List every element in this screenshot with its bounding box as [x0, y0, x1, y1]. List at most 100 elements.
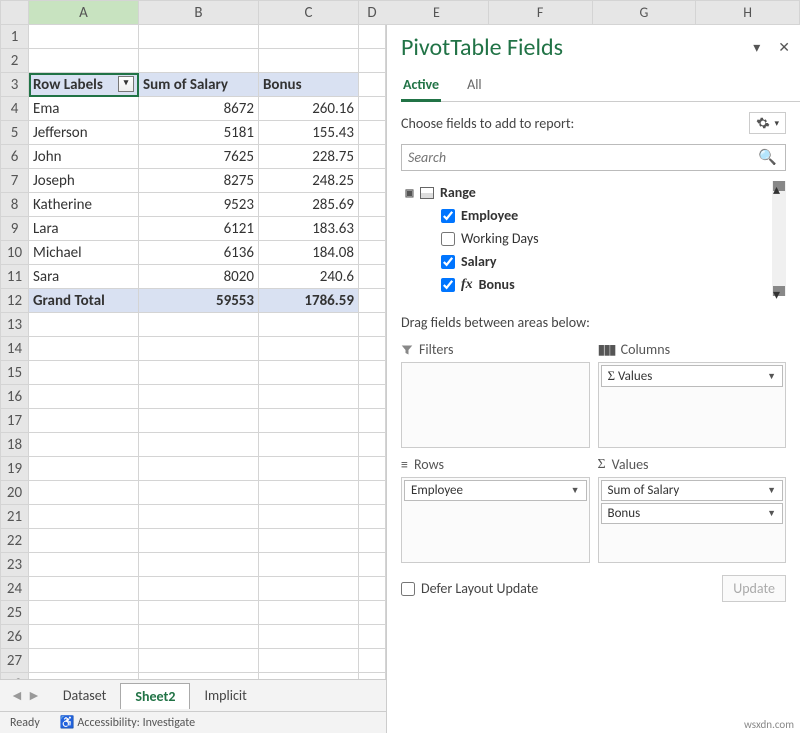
row-header[interactable]: 22 — [1, 529, 29, 553]
row-labels-header[interactable]: Row Labels▾ — [29, 73, 139, 97]
row-header[interactable]: 10 — [1, 241, 29, 265]
cell[interactable]: 285.69 — [259, 193, 359, 217]
search-input[interactable] — [402, 145, 750, 170]
checkbox-bonus[interactable] — [441, 278, 455, 292]
cell[interactable]: 240.6 — [259, 265, 359, 289]
sheet-tab-dataset[interactable]: Dataset — [49, 683, 120, 708]
col-header-e[interactable]: E — [385, 0, 489, 25]
col-header-h[interactable]: H — [696, 0, 800, 25]
cell[interactable]: 6136 — [139, 241, 259, 265]
row-header[interactable]: 6 — [1, 145, 29, 169]
cell[interactable]: 8020 — [139, 265, 259, 289]
row-header[interactable]: 11 — [1, 265, 29, 289]
row-header[interactable]: 21 — [1, 505, 29, 529]
rows-item-employee[interactable]: Employee▼ — [404, 480, 587, 501]
row-header[interactable]: 8 — [1, 193, 29, 217]
pane-options-icon[interactable]: ▾ — [753, 39, 760, 56]
sheet-nav-buttons[interactable]: ◄ ► — [10, 687, 41, 704]
rows-dropzone[interactable]: Employee▼ — [401, 477, 590, 563]
chevron-down-icon[interactable]: ▼ — [767, 508, 776, 519]
sum-salary-header[interactable]: Sum of Salary — [139, 73, 259, 97]
row-header[interactable]: 7 — [1, 169, 29, 193]
cell[interactable]: Sara — [29, 265, 139, 289]
row-header[interactable]: 19 — [1, 457, 29, 481]
chevron-down-icon[interactable]: ▼ — [767, 485, 776, 496]
grid[interactable]: A B C D 1 2 3 Row Labels▾ Sum of Salary … — [0, 0, 386, 679]
range-node[interactable]: ▣ Range — [401, 181, 786, 204]
bonus-header[interactable]: Bonus — [259, 73, 359, 97]
row-header[interactable]: 23 — [1, 553, 29, 577]
col-header-b[interactable]: B — [139, 1, 259, 25]
row-header[interactable]: 9 — [1, 217, 29, 241]
row-header[interactable]: 15 — [1, 361, 29, 385]
checkbox-salary[interactable] — [441, 255, 455, 269]
col-header-d[interactable]: D — [359, 1, 386, 25]
cell[interactable]: Joseph — [29, 169, 139, 193]
cell[interactable]: 8672 — [139, 97, 259, 121]
row-header[interactable]: 20 — [1, 481, 29, 505]
cell[interactable]: Jefferson — [29, 121, 139, 145]
cell[interactable]: 260.16 — [259, 97, 359, 121]
cell[interactable]: Lara — [29, 217, 139, 241]
row-header[interactable]: 5 — [1, 121, 29, 145]
sheet-tab-sheet2[interactable]: Sheet2 — [120, 683, 190, 709]
select-all-corner[interactable] — [1, 1, 29, 25]
tab-all[interactable]: All — [465, 70, 484, 101]
cell[interactable]: 184.08 — [259, 241, 359, 265]
cell[interactable]: 5181 — [139, 121, 259, 145]
cell[interactable]: Michael — [29, 241, 139, 265]
row-header[interactable]: 18 — [1, 433, 29, 457]
chevron-down-icon[interactable]: ▼ — [571, 485, 580, 496]
close-icon[interactable]: ✕ — [778, 39, 790, 56]
scroll-down-icon[interactable]: ▾ — [773, 286, 785, 296]
tab-active[interactable]: Active — [401, 70, 441, 102]
values-item-bonus[interactable]: Bonus▼ — [601, 503, 784, 524]
scrollbar[interactable]: ▴ ▾ — [772, 181, 786, 296]
sheet-tab-implicit[interactable]: Implicit — [190, 683, 260, 708]
col-header-g[interactable]: G — [593, 0, 697, 25]
field-bonus[interactable]: fx Bonus — [401, 273, 786, 296]
checkbox-employee[interactable] — [441, 209, 455, 223]
update-button[interactable]: Update — [722, 575, 786, 602]
cell[interactable]: 8275 — [139, 169, 259, 193]
values-item-sum-salary[interactable]: Sum of Salary▼ — [601, 480, 784, 501]
defer-checkbox[interactable] — [401, 582, 415, 596]
row-header[interactable]: 17 — [1, 409, 29, 433]
checkbox-working-days[interactable] — [441, 232, 455, 246]
col-header-f[interactable]: F — [489, 0, 593, 25]
filters-dropzone[interactable] — [401, 362, 590, 448]
layout-options-button[interactable]: ▾ — [749, 112, 786, 134]
columns-dropzone[interactable]: Σ Values▼ — [598, 362, 787, 448]
values-dropzone[interactable]: Sum of Salary▼ Bonus▼ — [598, 477, 787, 563]
defer-update-toggle[interactable]: Defer Layout Update — [401, 580, 538, 597]
chevron-down-icon[interactable]: ▼ — [767, 371, 776, 382]
cell[interactable]: Katherine — [29, 193, 139, 217]
cell[interactable]: 9523 — [139, 193, 259, 217]
row-header[interactable]: 13 — [1, 313, 29, 337]
row-header[interactable]: 4 — [1, 97, 29, 121]
cell[interactable]: 7625 — [139, 145, 259, 169]
grand-total-label[interactable]: Grand Total — [29, 289, 139, 313]
row-header[interactable]: 2 — [1, 49, 29, 73]
row-header[interactable]: 14 — [1, 337, 29, 361]
search-box[interactable]: 🔍 — [401, 144, 786, 171]
field-working-days[interactable]: Working Days — [401, 227, 786, 250]
cell[interactable]: 183.63 — [259, 217, 359, 241]
filter-dropdown-icon[interactable]: ▾ — [118, 76, 134, 92]
row-header[interactable]: 25 — [1, 601, 29, 625]
col-header-c[interactable]: C — [259, 1, 359, 25]
row-header[interactable]: 26 — [1, 625, 29, 649]
row-header[interactable]: 27 — [1, 649, 29, 673]
row-header[interactable]: 3 — [1, 73, 29, 97]
row-header[interactable]: 12 — [1, 289, 29, 313]
scroll-up-icon[interactable]: ▴ — [773, 181, 785, 191]
col-header-a[interactable]: A — [29, 1, 139, 25]
cell[interactable]: 228.75 — [259, 145, 359, 169]
cell[interactable]: 155.43 — [259, 121, 359, 145]
field-employee[interactable]: Employee — [401, 204, 786, 227]
cell[interactable]: John — [29, 145, 139, 169]
cell[interactable]: 248.25 — [259, 169, 359, 193]
grand-total-bonus[interactable]: 1786.59 — [259, 289, 359, 313]
field-salary[interactable]: Salary — [401, 250, 786, 273]
grand-total-salary[interactable]: 59553 — [139, 289, 259, 313]
